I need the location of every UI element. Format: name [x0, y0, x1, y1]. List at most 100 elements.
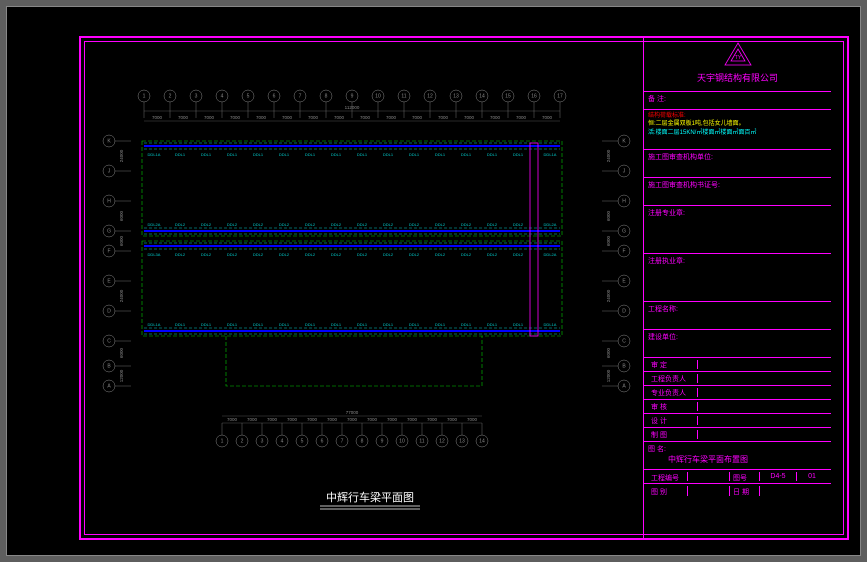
spec-row: 结构荷载标准: 恒:二层金属双板1吨,包括女儿墙面。 活:楼面二层15KN/㎡楼… — [644, 110, 831, 150]
svg-text:DDL1: DDL1 — [227, 322, 238, 327]
svg-text:DDL1: DDL1 — [201, 322, 212, 327]
svg-text:D: D — [622, 308, 626, 314]
svg-text:DDL2: DDL2 — [175, 222, 186, 227]
svg-text:6000: 6000 — [119, 210, 124, 221]
svg-text:11: 11 — [401, 93, 406, 99]
svg-text:DDL2A: DDL2A — [148, 222, 161, 227]
svg-text:DDL2: DDL2 — [175, 252, 186, 257]
svg-text:7000: 7000 — [308, 115, 319, 120]
svg-text:12000: 12000 — [606, 369, 611, 382]
svg-text:DDL2: DDL2 — [357, 252, 368, 257]
svg-text:DDL1: DDL1 — [487, 152, 498, 157]
grid-bottom: 77000 7000 7000 7000 7000 7000 7000 7000… — [216, 410, 488, 447]
drawing-name-value: 中辉行车梁平面布置图 — [648, 455, 748, 464]
svg-text:1: 1 — [221, 438, 224, 444]
sig-row-5: 设 计 — [644, 414, 831, 428]
svg-text:DDL2: DDL2 — [435, 252, 446, 257]
company-header: TY 天宇钢结构有限公司 — [644, 36, 831, 92]
svg-text:7000: 7000 — [387, 417, 398, 422]
svg-text:DDL2A: DDL2A — [544, 252, 557, 257]
svg-text:DDL2: DDL2 — [253, 222, 264, 227]
svg-text:DDL1: DDL1 — [409, 152, 420, 157]
sig-row-3: 专业负责人 — [644, 386, 831, 400]
svg-text:8: 8 — [325, 93, 328, 99]
svg-text:H: H — [622, 198, 626, 204]
svg-text:中辉行车梁平面图: 中辉行车梁平面图 — [326, 490, 414, 504]
svg-text:DDL2: DDL2 — [435, 222, 446, 227]
svg-text:5: 5 — [247, 93, 250, 99]
svg-text:9: 9 — [351, 93, 354, 99]
svg-text:10: 10 — [399, 438, 405, 444]
svg-text:7000: 7000 — [152, 115, 163, 120]
svg-text:F: F — [107, 248, 110, 254]
svg-text:DDL2: DDL2 — [253, 252, 264, 257]
svg-text:DDL2: DDL2 — [409, 222, 420, 227]
svg-text:DDL2: DDL2 — [279, 222, 290, 227]
svg-text:77000: 77000 — [346, 410, 359, 415]
svg-text:13: 13 — [459, 438, 465, 444]
svg-text:2: 2 — [169, 93, 172, 99]
svg-text:K: K — [107, 138, 111, 144]
sig-row-6: 制 图 — [644, 428, 831, 442]
svg-text:DDL1: DDL1 — [513, 322, 524, 327]
svg-text:B: B — [107, 363, 111, 369]
svg-text:D: D — [107, 308, 111, 314]
svg-text:6: 6 — [273, 93, 276, 99]
svg-text:7: 7 — [341, 438, 344, 444]
svg-text:6000: 6000 — [119, 235, 124, 246]
svg-text:6000: 6000 — [606, 347, 611, 358]
svg-text:DDL2: DDL2 — [513, 222, 524, 227]
svg-text:DDL1: DDL1 — [331, 152, 342, 157]
client: 建设单位: — [644, 330, 831, 358]
svg-text:7000: 7000 — [407, 417, 418, 422]
svg-text:8: 8 — [361, 438, 364, 444]
svg-text:DDL1: DDL1 — [253, 152, 264, 157]
titleblock: TY 天宇钢结构有限公司 备 注: 结构荷载标准: 恒:二层金属双板1吨,包括女… — [643, 36, 831, 540]
svg-text:7000: 7000 — [542, 115, 553, 120]
rev-value: 01 — [797, 472, 827, 481]
svg-text:A: A — [107, 383, 111, 389]
svg-text:C: C — [107, 338, 111, 344]
svg-text:F: F — [622, 248, 625, 254]
approval-1: 施工图审查机构单位: — [644, 150, 831, 178]
spec-line-3: 活:楼面二层15KN/㎡楼面㎡楼面㎡面百㎡ — [648, 129, 827, 137]
svg-text:6000: 6000 — [606, 210, 611, 221]
svg-text:A: A — [622, 383, 626, 389]
svg-text:DDL2: DDL2 — [227, 252, 238, 257]
svg-text:DDL1: DDL1 — [461, 152, 472, 157]
svg-text:DDL1: DDL1 — [435, 322, 446, 327]
svg-text:DDL1: DDL1 — [461, 322, 472, 327]
sig-row-4: 审 核 — [644, 400, 831, 414]
svg-text:3: 3 — [195, 93, 198, 99]
svg-text:DDL2: DDL2 — [461, 222, 472, 227]
svg-text:DDL2: DDL2 — [305, 252, 316, 257]
svg-text:H: H — [107, 198, 111, 204]
svg-text:DDL1: DDL1 — [305, 152, 316, 157]
svg-text:12000: 12000 — [119, 369, 124, 382]
svg-text:12: 12 — [427, 93, 433, 99]
svg-text:7000: 7000 — [367, 417, 378, 422]
svg-text:6000: 6000 — [606, 235, 611, 246]
svg-text:B: B — [622, 363, 626, 369]
svg-text:7000: 7000 — [360, 115, 371, 120]
svg-text:DDL1A: DDL1A — [544, 322, 557, 327]
svg-text:13: 13 — [453, 93, 459, 99]
svg-text:7000: 7000 — [178, 115, 189, 120]
remark-label: 备 注: — [648, 96, 666, 103]
svg-text:DDL2: DDL2 — [461, 252, 472, 257]
sig-row-1: 审 定 — [644, 358, 831, 372]
drawing-title: 中辉行车梁平面图 — [320, 490, 420, 509]
svg-text:7000: 7000 — [256, 115, 267, 120]
svg-text:DDL1: DDL1 — [409, 322, 420, 327]
svg-text:5: 5 — [301, 438, 304, 444]
grid-right: K J H G F E D C B A 24000 6000 6000 2400… — [602, 135, 630, 392]
svg-text:15: 15 — [505, 93, 511, 99]
svg-text:7000: 7000 — [412, 115, 423, 120]
svg-text:11: 11 — [419, 438, 424, 444]
svg-text:16: 16 — [531, 93, 537, 99]
svg-text:DDL1: DDL1 — [357, 322, 368, 327]
svg-text:DDL2: DDL2 — [383, 222, 394, 227]
sig-row-2: 工程负责人 — [644, 372, 831, 386]
svg-text:DDL2: DDL2 — [383, 252, 394, 257]
svg-text:112000: 112000 — [345, 105, 360, 110]
